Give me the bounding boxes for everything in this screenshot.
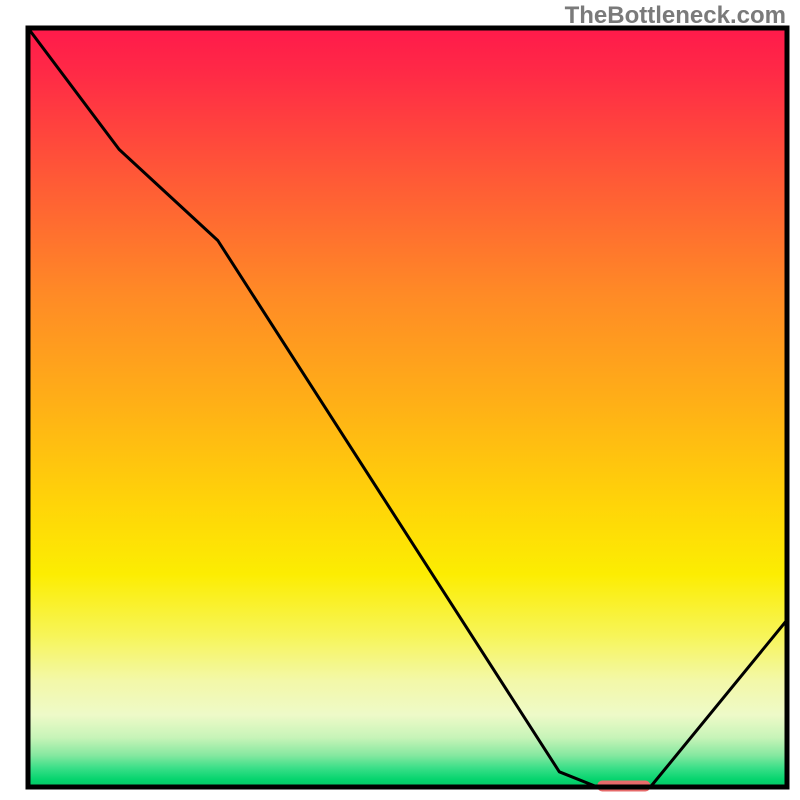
chart-stage: TheBottleneck.com — [0, 0, 800, 800]
bottleneck-chart — [0, 0, 800, 800]
watermark-text: TheBottleneck.com — [565, 2, 786, 30]
gradient-background — [28, 28, 787, 787]
